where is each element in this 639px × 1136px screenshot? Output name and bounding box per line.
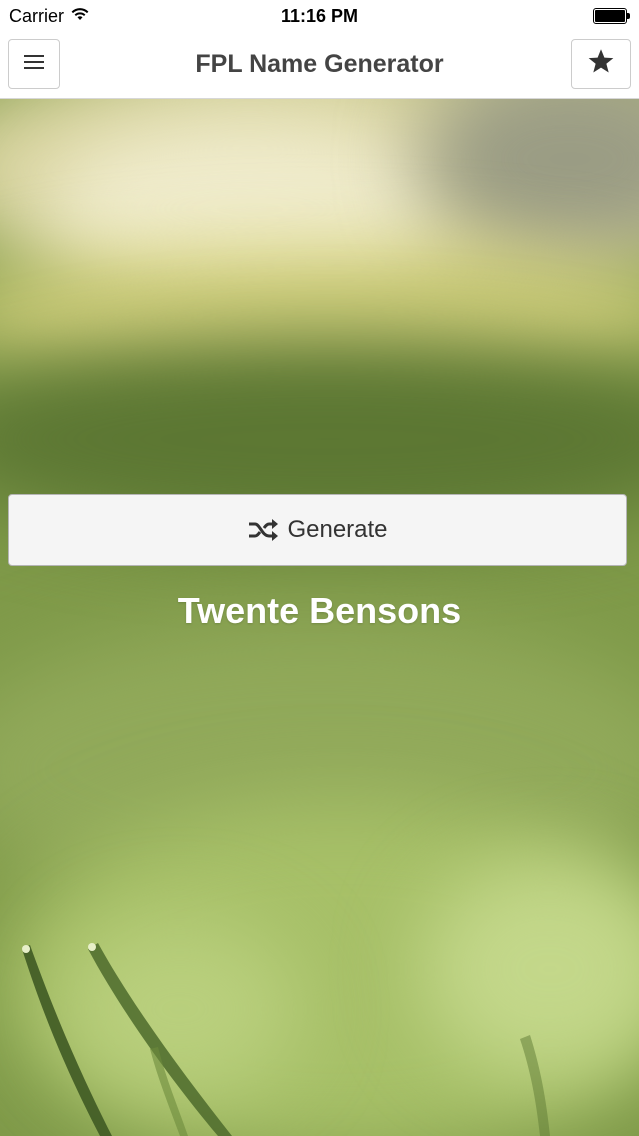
battery-icon xyxy=(593,8,631,24)
status-bar: Carrier 11:16 PM xyxy=(0,0,639,34)
shuffle-icon xyxy=(247,518,279,542)
page-title: FPL Name Generator xyxy=(195,50,444,78)
generate-button-label: Generate xyxy=(287,516,388,543)
grass-blades-graphic xyxy=(22,943,550,1136)
favorites-button[interactable] xyxy=(571,39,631,89)
star-icon xyxy=(587,48,615,80)
nav-bar: FPL Name Generator xyxy=(0,34,639,99)
status-time: 11:16 PM xyxy=(280,6,359,26)
generate-button[interactable]: Generate xyxy=(8,494,627,566)
generated-team-name: Twente Bensons xyxy=(177,590,462,631)
